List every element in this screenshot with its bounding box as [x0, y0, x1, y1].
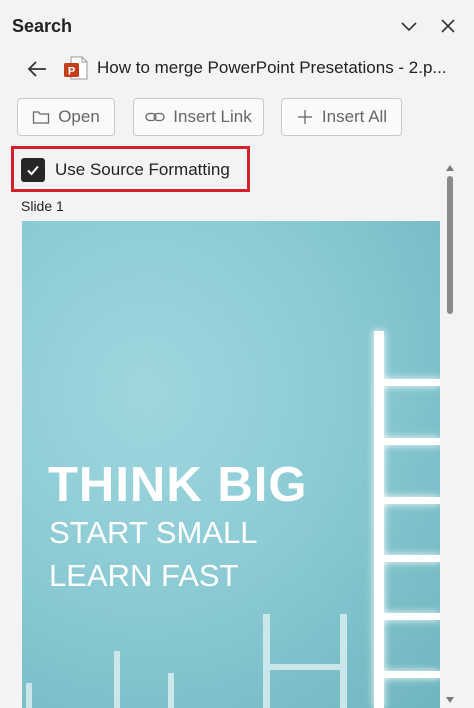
scroll-up-arrow-icon — [446, 165, 454, 171]
insert-link-button-label: Insert Link — [173, 107, 252, 126]
svg-text:P: P — [68, 66, 75, 78]
scroll-down-button[interactable] — [444, 694, 456, 706]
plus-icon — [297, 110, 312, 124]
open-button[interactable]: Open — [17, 98, 115, 136]
pane-title: Search — [12, 16, 73, 36]
slide-subtitle-1: START SMALL — [49, 515, 258, 550]
collapse-pane-button[interactable] — [397, 14, 421, 38]
close-icon — [441, 19, 455, 33]
back-arrow-icon — [27, 61, 46, 77]
link-icon — [145, 112, 165, 122]
use-source-formatting-label: Use Source Formatting — [55, 160, 230, 179]
slide-subtitle-2: LEARN FAST — [49, 558, 239, 593]
insert-all-button[interactable]: Insert All — [281, 98, 402, 136]
scroll-up-button[interactable] — [444, 162, 456, 174]
close-pane-button[interactable] — [436, 14, 460, 38]
chevron-down-icon — [401, 22, 417, 32]
checkmark-icon — [27, 165, 39, 176]
scroll-thumb[interactable] — [447, 176, 453, 314]
folder-icon — [33, 111, 50, 124]
scroll-down-arrow-icon — [446, 697, 454, 703]
checkbox-box[interactable] — [21, 158, 45, 182]
file-name: How to merge PowerPoint Presetations - 2… — [97, 58, 447, 77]
open-button-label: Open — [58, 107, 100, 126]
slide-thumbnail[interactable]: THINK BIG START SMALL LEARN FAST — [22, 221, 440, 708]
powerpoint-file-icon: P — [64, 56, 88, 80]
slide-headline: THINK BIG — [48, 458, 308, 512]
pane-header: Search — [0, 0, 474, 52]
use-source-formatting-checkbox[interactable]: Use Source Formatting — [21, 157, 230, 183]
vertical-scrollbar[interactable] — [444, 160, 456, 708]
back-button[interactable] — [24, 56, 50, 82]
insert-all-button-label: Insert All — [321, 107, 388, 126]
file-row: P How to merge PowerPoint Presetations -… — [0, 52, 474, 84]
insert-link-button[interactable]: Insert Link — [133, 98, 264, 136]
slide-label: Slide 1 — [21, 198, 64, 214]
